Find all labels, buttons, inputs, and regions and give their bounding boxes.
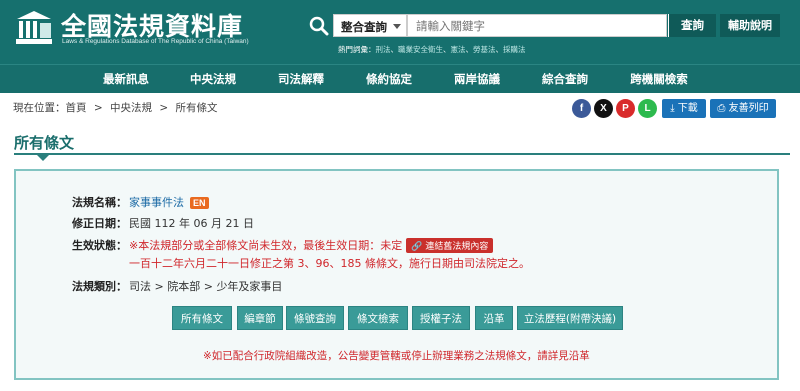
hot-term-sep: 、 bbox=[443, 45, 451, 54]
nav-item-treaties[interactable]: 條約協定 bbox=[359, 65, 419, 94]
help-button[interactable]: 輔助說明 bbox=[720, 14, 780, 37]
old-law-link-label: 連結舊法規內容 bbox=[425, 242, 489, 252]
search-icon bbox=[309, 16, 329, 36]
breadcrumb-home[interactable]: 首頁 bbox=[66, 102, 87, 114]
status-line-2: 一百十二年六月二十一日修正之第 3、96、185 條條文，施行日期由司法院定之。 bbox=[129, 257, 530, 270]
breadcrumb-prefix: 現在位置： bbox=[13, 102, 66, 114]
nav-item-judicial[interactable]: 司法解釋 bbox=[271, 65, 331, 94]
download-label: 下載 bbox=[677, 103, 698, 114]
hot-term-sep: 、 bbox=[465, 45, 474, 54]
breadcrumb-current: 所有條文 bbox=[175, 102, 218, 114]
nav-item-cross-strait[interactable]: 兩岸協議 bbox=[447, 65, 507, 94]
category-sep: > bbox=[203, 280, 213, 293]
hot-terms-label: 熱門詞彙： bbox=[338, 45, 376, 54]
logo-icon[interactable] bbox=[14, 9, 54, 49]
nav-item-news[interactable]: 最新訊息 bbox=[96, 65, 156, 94]
breadcrumb-sep: > bbox=[159, 102, 169, 114]
x-icon[interactable]: X bbox=[594, 99, 613, 118]
breadcrumb: 現在位置：首頁 > 中央法規 > 所有條文 bbox=[13, 100, 222, 115]
search-input[interactable] bbox=[407, 14, 667, 37]
nav-item-integrated[interactable]: 綜合查詢 bbox=[535, 65, 595, 94]
hot-terms: 熱門詞彙：刑法、職業安全衛生、憲法、勞基法、採購法 bbox=[338, 44, 526, 55]
law-name-link[interactable]: 家事事件法 bbox=[129, 196, 184, 209]
category-item: 司法 bbox=[129, 280, 151, 293]
reorganization-notice: ※如已配合行政院組織改造，公告變更管轄或停止辦理業務之法規條文，請詳見沿革 bbox=[203, 350, 590, 362]
amend-date-label: 修正日期： bbox=[72, 217, 127, 230]
status-label: 生效狀態： bbox=[72, 239, 127, 252]
history-button[interactable]: 沿革 bbox=[475, 306, 513, 330]
chapters-button[interactable]: 編章節 bbox=[237, 306, 283, 330]
all-articles-button[interactable]: 所有條文 bbox=[172, 306, 232, 330]
english-version-badge[interactable]: EN bbox=[190, 197, 209, 209]
old-law-link-button[interactable]: 🔗 連結舊法規內容 bbox=[406, 238, 494, 253]
category-item: 少年及家事目 bbox=[216, 280, 283, 293]
download-button[interactable]: ⤓ 下載 bbox=[662, 99, 706, 118]
hot-term-link[interactable]: 勞基法 bbox=[473, 45, 496, 54]
search-button[interactable]: 查詢 bbox=[668, 14, 716, 37]
link-icon: 🔗 bbox=[411, 242, 423, 252]
category-sep: > bbox=[154, 280, 164, 293]
law-name-label: 法規名稱： bbox=[72, 196, 127, 209]
plurk-icon[interactable]: P bbox=[616, 99, 635, 118]
search-scope-label: 整合查詢 bbox=[341, 20, 387, 34]
status-value: ※本法規部分或全部條文尚未生效，最後生效日期：未定 🔗 連結舊法規內容 bbox=[129, 237, 494, 253]
print-label: 友善列印 bbox=[728, 103, 769, 114]
title-notch bbox=[37, 155, 49, 161]
print-button[interactable]: ⎙ 友善列印 bbox=[710, 99, 776, 118]
article-search-button[interactable]: 條文檢索 bbox=[348, 306, 408, 330]
category-value: 司法 > 院本部 > 少年及家事目 bbox=[129, 278, 282, 294]
status-line-1: ※本法規部分或全部條文尚未生效，最後生效日期：未定 bbox=[129, 239, 403, 252]
law-name-value: 家事事件法 EN bbox=[129, 194, 209, 210]
download-icon: ⤓ bbox=[670, 103, 675, 114]
breadcrumb-sep: > bbox=[93, 102, 103, 114]
facebook-icon[interactable]: f bbox=[572, 99, 591, 118]
nav-item-cross-agency[interactable]: 跨機關檢索 bbox=[622, 65, 696, 94]
main-nav: 最新訊息 中央法規 司法解釋 條約協定 兩岸協議 綜合查詢 跨機關檢索 bbox=[0, 64, 800, 93]
hot-term-link[interactable]: 職業安全衛生 bbox=[398, 45, 443, 54]
hot-term-sep: 、 bbox=[390, 45, 399, 54]
sub-regulations-button[interactable]: 授權子法 bbox=[412, 306, 470, 330]
search-scope-select[interactable]: 整合查詢 bbox=[333, 14, 407, 37]
hot-term-link[interactable]: 刑法 bbox=[376, 45, 391, 54]
page-title: 所有條文 bbox=[14, 134, 75, 152]
category-label: 法規類別： bbox=[72, 280, 127, 293]
printer-icon: ⎙ bbox=[717, 103, 726, 114]
nav-item-central-laws[interactable]: 中央法規 bbox=[183, 65, 243, 94]
category-item: 院本部 bbox=[167, 280, 201, 293]
site-header: 全國法規資料庫 Laws & Regulations Database of T… bbox=[0, 0, 800, 64]
hot-term-link[interactable]: 採購法 bbox=[503, 45, 526, 54]
article-number-search-button[interactable]: 條號查詢 bbox=[286, 306, 344, 330]
hot-term-sep: 、 bbox=[495, 45, 504, 54]
chevron-down-icon bbox=[393, 24, 401, 29]
amend-date-value: 民國 112 年 06 月 21 日 bbox=[129, 217, 254, 230]
title-divider bbox=[14, 153, 790, 155]
site-subtitle: Laws & Regulations Database of The Repub… bbox=[62, 38, 249, 45]
hot-term-link[interactable]: 憲法 bbox=[451, 45, 466, 54]
line-icon[interactable]: L bbox=[638, 99, 657, 118]
breadcrumb-central-laws[interactable]: 中央法規 bbox=[110, 102, 152, 114]
legislative-history-button[interactable]: 立法歷程(附帶決議) bbox=[517, 306, 623, 330]
